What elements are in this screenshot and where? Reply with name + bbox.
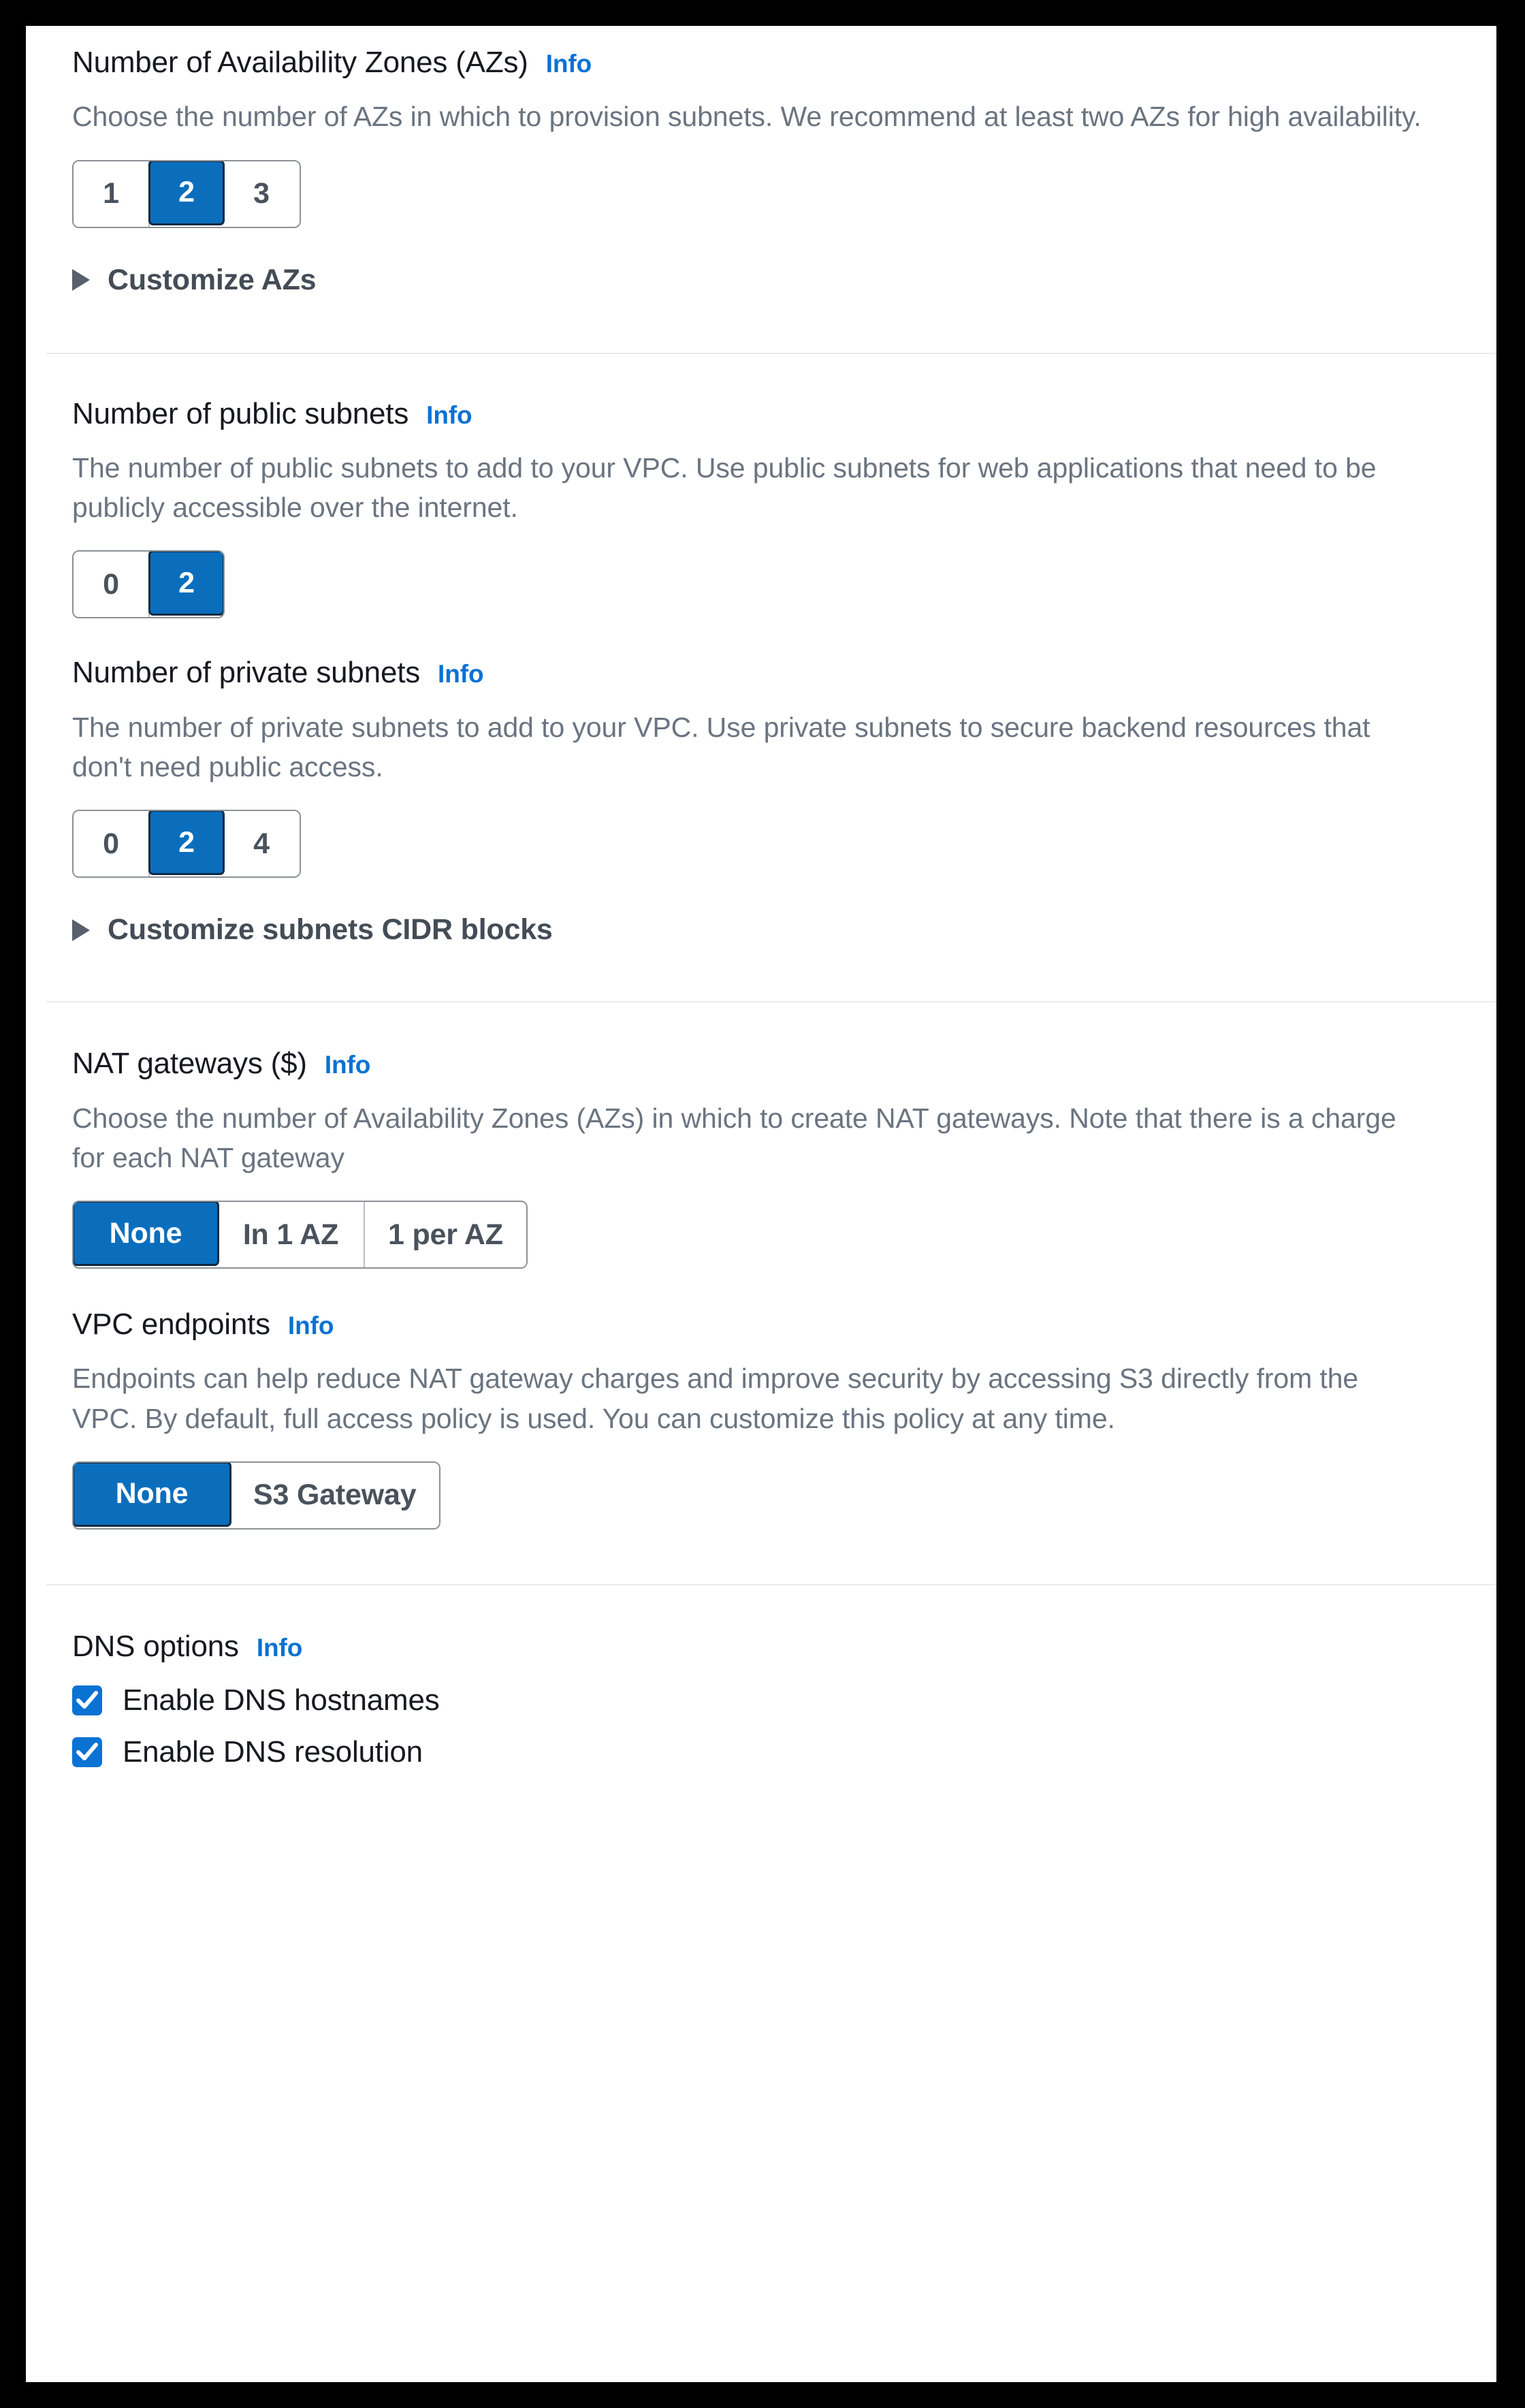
public-subnets-option-2[interactable]: 2	[148, 552, 223, 616]
public-subnets-field-header: Number of public subnets Info	[72, 396, 1449, 430]
public-subnets-label: Number of public subnets	[72, 396, 409, 430]
dns-hostnames-checkbox[interactable]	[72, 1685, 102, 1716]
vpc-endpoints-option-none[interactable]: None	[74, 1462, 231, 1527]
customize-subnets-cidr-label: Customize subnets CIDR blocks	[108, 913, 553, 947]
public-subnets-info-link[interactable]: Info	[426, 401, 472, 430]
dns-hostnames-checkbox-row[interactable]: Enable DNS hostnames	[72, 1683, 1449, 1717]
private-subnets-info-link[interactable]: Info	[438, 661, 484, 688]
az-description: Choose the number of AZs in which to pro…	[72, 101, 1422, 133]
nat-gateways-option-in-1-az[interactable]: In 1 AZ	[218, 1202, 365, 1268]
vpc-settings-card: Number of Availability Zones (AZs) Info …	[26, 26, 1496, 2382]
caret-right-icon	[72, 919, 90, 941]
private-subnets-option-4[interactable]: 4	[223, 811, 300, 877]
dns-resolution-checkbox-row[interactable]: Enable DNS resolution	[72, 1735, 1449, 1769]
nat-gateways-segmented-control[interactable]: None In 1 AZ 1 per AZ	[72, 1201, 528, 1269]
vpc-endpoints-segmented-control[interactable]: None S3 Gateway	[72, 1461, 441, 1530]
customize-azs-toggle[interactable]: Customize AZs	[72, 264, 1449, 297]
vpc-endpoints-info-link[interactable]: Info	[288, 1312, 334, 1340]
customize-azs-label: Customize AZs	[108, 263, 317, 296]
nat-gateways-option-none[interactable]: None	[73, 1202, 219, 1267]
private-subnets-label: Number of private subnets	[72, 656, 421, 690]
az-count-segmented-control[interactable]: 1 2 3	[72, 159, 301, 228]
nat-gateways-option-1-per-az[interactable]: 1 per AZ	[365, 1202, 526, 1268]
dns-hostnames-label: Enable DNS hostnames	[123, 1683, 440, 1717]
az-option-3[interactable]: 3	[223, 161, 300, 227]
dns-options-field-header: DNS options Info	[72, 1630, 1449, 1663]
customize-subnets-cidr-toggle[interactable]: Customize subnets CIDR blocks	[72, 913, 1449, 947]
az-option-1[interactable]: 1	[74, 161, 150, 227]
az-label: Number of Availability Zones (AZs)	[72, 46, 528, 79]
nat-gateways-field-header: NAT gateways ($) Info	[72, 1047, 1449, 1080]
nat-gateways-label: NAT gateways ($)	[72, 1047, 307, 1081]
public-subnets-segmented-control[interactable]: 0 2	[72, 550, 225, 619]
caret-right-icon	[72, 269, 90, 291]
private-subnets-segmented-control[interactable]: 0 2 4	[72, 810, 301, 878]
dns-options-info-link[interactable]: Info	[257, 1634, 303, 1662]
private-subnets-field-header: Number of private subnets Info	[72, 656, 1449, 690]
section-dns-options: DNS options Info Enable DNS hostnames En	[26, 1585, 1496, 1769]
section-nat-and-endpoints: NAT gateways ($) Info Choose the number …	[26, 1002, 1496, 1530]
vpc-endpoints-field-header: VPC endpoints Info	[72, 1308, 1449, 1341]
az-field-header: Number of Availability Zones (AZs) Info	[72, 46, 1449, 79]
vpc-endpoints-description: Endpoints can help reduce NAT gateway ch…	[72, 1363, 1359, 1434]
nat-gateways-description: Choose the number of Availability Zones …	[72, 1102, 1396, 1173]
private-subnets-option-2[interactable]: 2	[148, 811, 225, 876]
nat-gateways-info-link[interactable]: Info	[325, 1051, 371, 1079]
section-subnets: Number of public subnets Info The number…	[26, 354, 1496, 947]
dns-options-label: DNS options	[72, 1629, 239, 1663]
public-subnets-option-0[interactable]: 0	[74, 552, 150, 618]
dns-resolution-checkbox[interactable]	[72, 1737, 102, 1768]
screenshot-frame: Number of Availability Zones (AZs) Info …	[0, 0, 1525, 2408]
checkmark-icon	[76, 1743, 98, 1761]
az-option-2[interactable]: 2	[148, 161, 225, 225]
vpc-endpoints-label: VPC endpoints	[72, 1308, 270, 1342]
vpc-endpoints-option-s3-gateway[interactable]: S3 Gateway	[230, 1462, 440, 1528]
private-subnets-option-0[interactable]: 0	[74, 811, 150, 877]
dns-resolution-label: Enable DNS resolution	[123, 1735, 423, 1769]
checkmark-icon	[76, 1691, 98, 1709]
private-subnets-description: The number of private subnets to add to …	[72, 711, 1370, 783]
section-availability-zones: Number of Availability Zones (AZs) Info …	[26, 26, 1496, 297]
public-subnets-description: The number of public subnets to add to y…	[72, 452, 1377, 524]
az-info-link[interactable]: Info	[546, 50, 592, 78]
